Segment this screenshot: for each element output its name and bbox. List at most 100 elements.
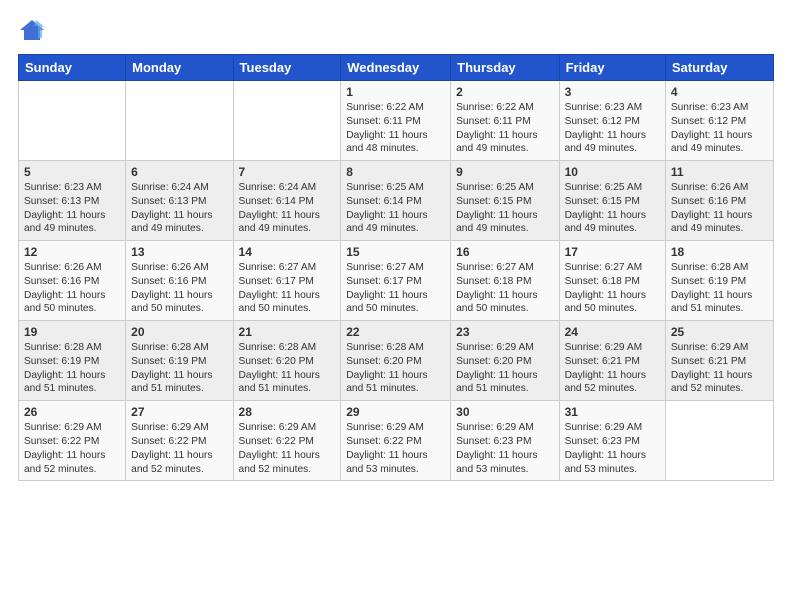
day-info: Sunrise: 6:27 AM Sunset: 6:17 PM Dayligh… [346,261,445,316]
calendar-cell: 20 Sunrise: 6:28 AM Sunset: 6:19 PM Dayli… [126,321,233,401]
day-number: 15 [346,245,445,259]
calendar-week-row: 26 Sunrise: 6:29 AM Sunset: 6:22 PM Dayli… [19,401,774,481]
day-number: 8 [346,165,445,179]
day-info: Sunrise: 6:28 AM Sunset: 6:20 PM Dayligh… [346,341,445,396]
day-number: 18 [671,245,768,259]
day-number: 24 [565,325,660,339]
header [18,16,774,44]
day-number: 19 [24,325,120,339]
day-info: Sunrise: 6:25 AM Sunset: 6:15 PM Dayligh… [456,181,553,236]
day-number: 27 [131,405,227,419]
day-number: 23 [456,325,553,339]
day-number: 28 [239,405,336,419]
logo-icon [18,16,46,44]
calendar-cell: 13 Sunrise: 6:26 AM Sunset: 6:16 PM Dayli… [126,241,233,321]
calendar-cell: 24 Sunrise: 6:29 AM Sunset: 6:21 PM Dayli… [559,321,665,401]
calendar-cell: 27 Sunrise: 6:29 AM Sunset: 6:22 PM Dayli… [126,401,233,481]
day-number: 31 [565,405,660,419]
day-info: Sunrise: 6:28 AM Sunset: 6:20 PM Dayligh… [239,341,336,396]
day-info: Sunrise: 6:28 AM Sunset: 6:19 PM Dayligh… [24,341,120,396]
day-info: Sunrise: 6:29 AM Sunset: 6:22 PM Dayligh… [239,421,336,476]
calendar-cell: 2 Sunrise: 6:22 AM Sunset: 6:11 PM Daylig… [451,81,559,161]
day-info: Sunrise: 6:29 AM Sunset: 6:23 PM Dayligh… [565,421,660,476]
calendar-cell: 15 Sunrise: 6:27 AM Sunset: 6:17 PM Dayli… [341,241,451,321]
calendar-cell: 7 Sunrise: 6:24 AM Sunset: 6:14 PM Daylig… [233,161,341,241]
calendar-cell: 12Sunrise: 6:26 AM Sunset: 6:16 PM Dayli… [19,241,126,321]
day-info: Sunrise: 6:22 AM Sunset: 6:11 PM Dayligh… [456,101,553,156]
calendar-header-friday: Friday [559,55,665,81]
calendar-week-row: 19 Sunrise: 6:28 AM Sunset: 6:19 PM Dayli… [19,321,774,401]
calendar-cell: 8 Sunrise: 6:25 AM Sunset: 6:14 PM Daylig… [341,161,451,241]
calendar-header-tuesday: Tuesday [233,55,341,81]
day-info: Sunrise: 6:26 AM Sunset: 6:16 PM Dayligh… [671,181,768,236]
calendar-cell: 25 Sunrise: 6:29 AM Sunset: 6:21 PM Dayli… [665,321,773,401]
day-number: 6 [131,165,227,179]
day-number: 16 [456,245,553,259]
calendar-cell: 9Sunrise: 6:25 AM Sunset: 6:15 PM Daylig… [451,161,559,241]
day-info: Sunrise: 6:25 AM Sunset: 6:14 PM Dayligh… [346,181,445,236]
calendar-cell: 23Sunrise: 6:29 AM Sunset: 6:20 PM Dayli… [451,321,559,401]
day-info: Sunrise: 6:29 AM Sunset: 6:23 PM Dayligh… [456,421,553,476]
day-number: 10 [565,165,660,179]
day-number: 17 [565,245,660,259]
day-info: Sunrise: 6:25 AM Sunset: 6:15 PM Dayligh… [565,181,660,236]
day-number: 12 [24,245,120,259]
day-number: 22 [346,325,445,339]
day-number: 30 [456,405,553,419]
day-number: 29 [346,405,445,419]
calendar-header-monday: Monday [126,55,233,81]
day-number: 25 [671,325,768,339]
day-info: Sunrise: 6:22 AM Sunset: 6:11 PM Dayligh… [346,101,445,156]
day-number: 13 [131,245,227,259]
calendar-cell: 29 Sunrise: 6:29 AM Sunset: 6:22 PM Dayli… [341,401,451,481]
day-number: 3 [565,85,660,99]
calendar-week-row: 12 Sunrise: 6:26 AM Sunset: 6:16 PM Dayli… [19,241,774,321]
calendar-cell [233,81,341,161]
calendar-cell: 14Sunrise: 6:27 AM Sunset: 6:17 PM Dayli… [233,241,341,321]
day-number: 1 [346,85,445,99]
calendar-cell: 17 Sunrise: 6:27 AM Sunset: 6:18 PM Dayli… [559,241,665,321]
calendar-week-row: 5Sunrise: 6:23 AM Sunset: 6:13 PM Daylig… [19,161,774,241]
calendar-cell: 6 Sunrise: 6:24 AM Sunset: 6:13 PM Daylig… [126,161,233,241]
calendar-cell: 19 Sunrise: 6:28 AM Sunset: 6:19 PM Dayli… [19,321,126,401]
day-number: 21 [239,325,336,339]
day-number: 7 [239,165,336,179]
calendar-cell: 10 Sunrise: 6:25 AM Sunset: 6:15 PM Dayli… [559,161,665,241]
calendar-cell: 22 Sunrise: 6:28 AM Sunset: 6:20 PM Dayli… [341,321,451,401]
calendar-cell: 4 Sunrise: 6:23 AM Sunset: 6:12 PM Daylig… [665,81,773,161]
calendar-cell: 21 Sunrise: 6:28 AM Sunset: 6:20 PM Dayli… [233,321,341,401]
day-info: Sunrise: 6:28 AM Sunset: 6:19 PM Dayligh… [131,341,227,396]
day-info: Sunrise: 6:24 AM Sunset: 6:14 PM Dayligh… [239,181,336,236]
calendar-cell: 31 Sunrise: 6:29 AM Sunset: 6:23 PM Dayli… [559,401,665,481]
calendar-cell: 30 Sunrise: 6:29 AM Sunset: 6:23 PM Dayli… [451,401,559,481]
day-info: Sunrise: 6:29 AM Sunset: 6:22 PM Dayligh… [131,421,227,476]
day-number: 14 [239,245,336,259]
day-info: Sunrise: 6:28 AM Sunset: 6:19 PM Dayligh… [671,261,768,316]
calendar-cell: 5Sunrise: 6:23 AM Sunset: 6:13 PM Daylig… [19,161,126,241]
calendar-cell: 16 Sunrise: 6:27 AM Sunset: 6:18 PM Dayli… [451,241,559,321]
day-number: 26 [24,405,120,419]
calendar-cell: 28 Sunrise: 6:29 AM Sunset: 6:22 PM Dayli… [233,401,341,481]
day-number: 4 [671,85,768,99]
day-info: Sunrise: 6:27 AM Sunset: 6:18 PM Dayligh… [456,261,553,316]
calendar-cell [19,81,126,161]
day-info: Sunrise: 6:29 AM Sunset: 6:21 PM Dayligh… [671,341,768,396]
day-info: Sunrise: 6:26 AM Sunset: 6:16 PM Dayligh… [131,261,227,316]
calendar-cell: 1 Sunrise: 6:22 AM Sunset: 6:11 PM Daylig… [341,81,451,161]
day-info: Sunrise: 6:23 AM Sunset: 6:12 PM Dayligh… [671,101,768,156]
day-info: Sunrise: 6:27 AM Sunset: 6:18 PM Dayligh… [565,261,660,316]
day-number: 20 [131,325,227,339]
day-info: Sunrise: 6:29 AM Sunset: 6:21 PM Dayligh… [565,341,660,396]
calendar-week-row: 1 Sunrise: 6:22 AM Sunset: 6:11 PM Daylig… [19,81,774,161]
calendar-cell: 11Sunrise: 6:26 AM Sunset: 6:16 PM Dayli… [665,161,773,241]
logo [18,16,50,44]
calendar-table: SundayMondayTuesdayWednesdayThursdayFrid… [18,54,774,481]
day-info: Sunrise: 6:29 AM Sunset: 6:22 PM Dayligh… [346,421,445,476]
calendar-cell [126,81,233,161]
calendar-header-thursday: Thursday [451,55,559,81]
day-number: 2 [456,85,553,99]
calendar-header-wednesday: Wednesday [341,55,451,81]
calendar-cell [665,401,773,481]
day-info: Sunrise: 6:24 AM Sunset: 6:13 PM Dayligh… [131,181,227,236]
day-info: Sunrise: 6:23 AM Sunset: 6:13 PM Dayligh… [24,181,120,236]
